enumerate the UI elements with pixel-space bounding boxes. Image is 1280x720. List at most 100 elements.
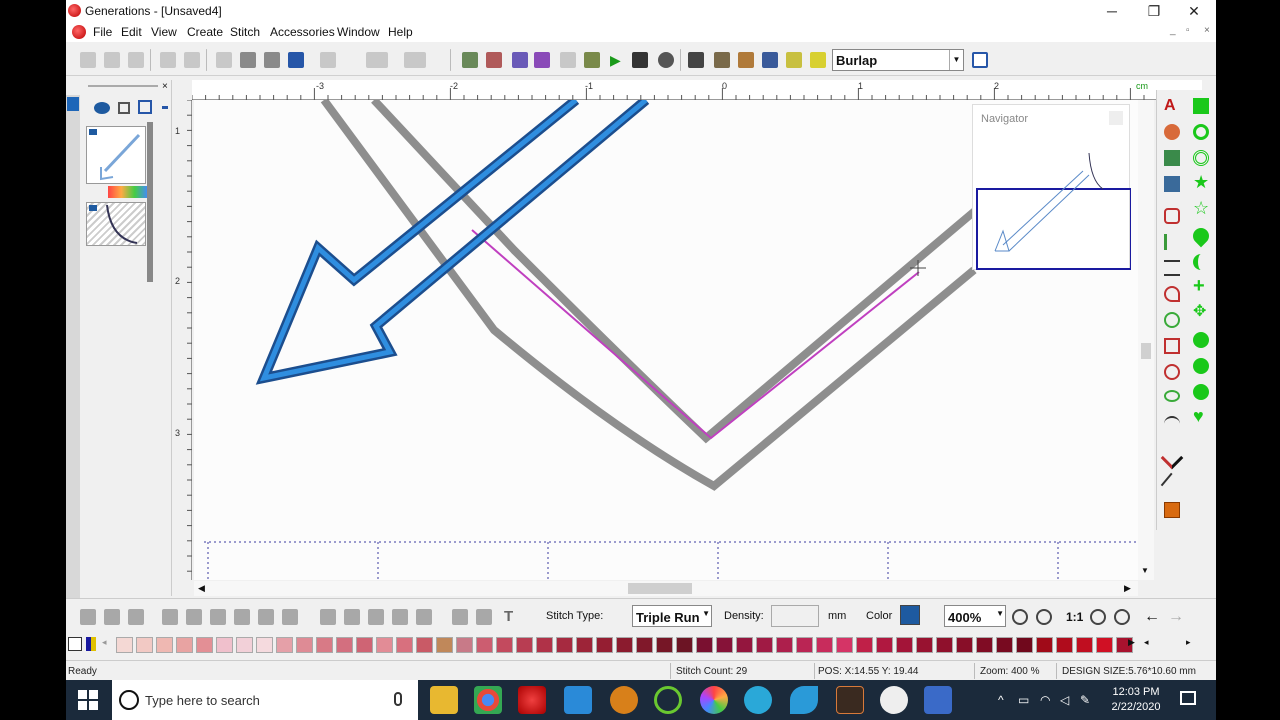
- thread-swatch[interactable]: [716, 637, 733, 653]
- thread-swatch[interactable]: [376, 637, 393, 653]
- thread-swatch[interactable]: [956, 637, 973, 653]
- scroll-down-icon[interactable]: ▼: [1141, 566, 1149, 575]
- needle-icon[interactable]: [688, 52, 704, 68]
- align-middle-icon[interactable]: [186, 609, 202, 625]
- align-center-icon[interactable]: [104, 609, 120, 625]
- new-file-icon[interactable]: [80, 52, 96, 68]
- horizontal-scroll-thumb[interactable]: [628, 583, 692, 594]
- align-right-icon[interactable]: [128, 609, 144, 625]
- fabric-select[interactable]: Burlap ▼: [832, 49, 964, 71]
- stitch-type-select[interactable]: Triple Run ▼: [632, 605, 712, 627]
- scroll-right-icon[interactable]: ▶: [1124, 583, 1131, 594]
- heart-shape-icon[interactable]: ♥: [1193, 407, 1209, 425]
- close-button[interactable]: ✕: [1174, 1, 1214, 21]
- thread-swatch[interactable]: [136, 637, 153, 653]
- gimp-icon[interactable]: [610, 686, 638, 714]
- square-shape-icon[interactable]: [1193, 98, 1209, 114]
- panel-tab-selected[interactable]: [67, 97, 79, 111]
- sun-shape-icon[interactable]: [1193, 332, 1209, 348]
- magic-wand-icon[interactable]: [1160, 472, 1184, 496]
- group-icon[interactable]: [320, 609, 336, 625]
- thread-swatch[interactable]: [776, 637, 793, 653]
- thread-swatch[interactable]: [356, 637, 373, 653]
- text-edit-icon[interactable]: T: [504, 609, 520, 625]
- monogram-tool-icon[interactable]: [1164, 124, 1180, 140]
- grid-icon[interactable]: [786, 52, 802, 68]
- thread-swatch[interactable]: [576, 637, 593, 653]
- scroll-left-icon[interactable]: ◀: [198, 583, 205, 594]
- palette-scroll-left-icon[interactable]: ◂: [102, 637, 107, 648]
- thread-swatch[interactable]: [156, 637, 173, 653]
- f-app-icon[interactable]: [836, 686, 864, 714]
- ungroup-icon[interactable]: [344, 609, 360, 625]
- applique-tool-icon[interactable]: [1164, 150, 1180, 166]
- thread-swatch[interactable]: [1076, 637, 1093, 653]
- feather-app-icon[interactable]: [790, 686, 818, 714]
- layer-item-arrow[interactable]: [86, 126, 146, 184]
- copy-icon[interactable]: [240, 52, 256, 68]
- ruler-icon[interactable]: [810, 52, 826, 68]
- slow-redraw-icon[interactable]: [584, 52, 600, 68]
- thread-swatch[interactable]: [736, 637, 753, 653]
- menu-help[interactable]: Help: [388, 25, 413, 39]
- satin-tool-icon[interactable]: [1164, 234, 1180, 250]
- pen-icon[interactable]: ✎: [1080, 693, 1090, 707]
- view-eye-icon[interactable]: [658, 52, 674, 68]
- menu-edit[interactable]: Edit: [121, 25, 142, 39]
- thread-swatch[interactable]: [856, 637, 873, 653]
- taskbar-clock[interactable]: 12:03 PM 2/22/2020: [1106, 685, 1166, 715]
- thread-swatch[interactable]: [1016, 637, 1033, 653]
- fill-tool-icon[interactable]: [1164, 208, 1180, 224]
- arrow-left-icon[interactable]: ←: [1144, 609, 1160, 625]
- ellipse-tool-icon[interactable]: [1164, 390, 1180, 402]
- selected-run-line[interactable]: [471, 229, 920, 440]
- vertical-scrollbar[interactable]: ▼: [1138, 100, 1154, 580]
- green-app-icon[interactable]: [654, 686, 682, 714]
- navigator-viewport[interactable]: [976, 188, 1131, 270]
- thread-swatch[interactable]: [276, 637, 293, 653]
- unlock-object-icon[interactable]: [476, 609, 492, 625]
- mdi-close-button[interactable]: ×: [1204, 25, 1210, 36]
- layer-item-curve[interactable]: [86, 202, 146, 246]
- print-preview-icon[interactable]: [184, 52, 200, 68]
- tray-chevron-icon[interactable]: ^: [998, 693, 1004, 707]
- file-explorer-icon[interactable]: [430, 686, 458, 714]
- text-tool-icon[interactable]: A: [1164, 98, 1180, 114]
- arrow-right-icon[interactable]: →: [1168, 609, 1184, 625]
- open-file-icon[interactable]: [104, 52, 120, 68]
- line-tool-icon[interactable]: [1160, 446, 1184, 470]
- star-outline-shape-icon[interactable]: ☆: [1193, 199, 1209, 217]
- horizontal-scrollbar[interactable]: ◀ ▶: [194, 581, 1138, 596]
- chrome-icon[interactable]: [474, 686, 502, 714]
- panel-close-icon[interactable]: ×: [162, 81, 168, 92]
- align-icon[interactable]: [366, 52, 388, 68]
- zoom-one-to-one-button[interactable]: 1:1: [1066, 610, 1083, 624]
- flip-vertical-icon[interactable]: [392, 609, 408, 625]
- thread-swatch[interactable]: [436, 637, 453, 653]
- thread-swatch[interactable]: [1096, 637, 1113, 653]
- zoom-in-icon[interactable]: [1012, 609, 1028, 625]
- thread-swatch[interactable]: [756, 637, 773, 653]
- thread-swatch[interactable]: [556, 637, 573, 653]
- rotate-icon[interactable]: [416, 609, 432, 625]
- stitch-back-icon[interactable]: [512, 52, 528, 68]
- navigator-window[interactable]: Navigator: [972, 104, 1131, 270]
- thread-swatch[interactable]: [1056, 637, 1073, 653]
- thread-swatch[interactable]: [896, 637, 913, 653]
- menu-view[interactable]: View: [151, 25, 177, 39]
- minimize-button[interactable]: ─: [1092, 1, 1132, 21]
- palette-next-icon[interactable]: ▸: [1186, 637, 1191, 648]
- zoom-select[interactable]: 400% ▼: [944, 605, 1006, 627]
- distribute-icon[interactable]: [404, 52, 426, 68]
- mdi-minimize-button[interactable]: _: [1170, 25, 1176, 36]
- thread-swatch[interactable]: [656, 637, 673, 653]
- menu-stitch[interactable]: Stitch: [230, 25, 260, 39]
- thread-swatch[interactable]: [976, 637, 993, 653]
- hoop-red-icon[interactable]: [486, 52, 502, 68]
- space-horizontal-icon[interactable]: [234, 609, 250, 625]
- play-icon[interactable]: ▶: [610, 52, 626, 68]
- thread-swatch[interactable]: [876, 637, 893, 653]
- align-bottom-icon[interactable]: [210, 609, 226, 625]
- thread-swatch[interactable]: [396, 637, 413, 653]
- spiral-shape-icon[interactable]: [1193, 150, 1209, 166]
